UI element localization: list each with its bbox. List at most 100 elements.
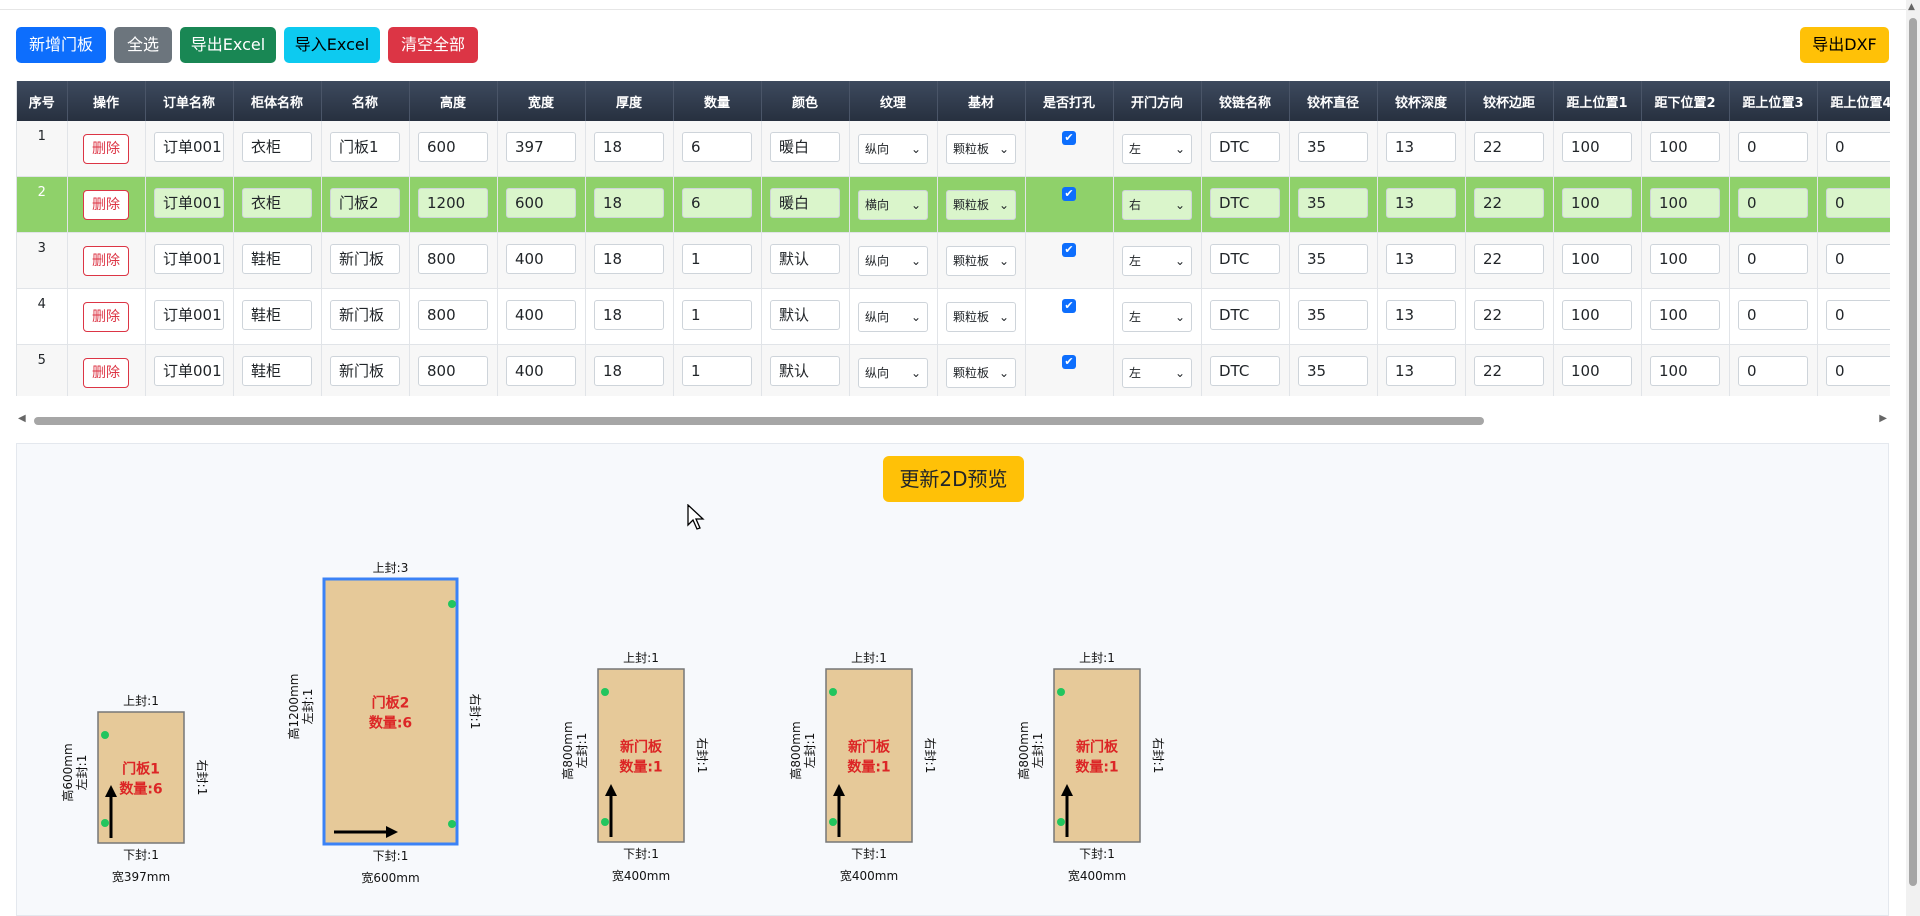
hinge-name-input[interactable]: DTC [1210, 187, 1280, 218]
bottom-position-2-input[interactable]: 100 [1650, 131, 1720, 162]
cup-margin-input[interactable]: 22 [1474, 299, 1544, 330]
bottom-position-2-input[interactable]: 100 [1650, 299, 1720, 330]
top-position-1-input[interactable]: 100 [1562, 243, 1632, 274]
height-input[interactable]: 600 [418, 131, 488, 162]
grain-select[interactable]: 纵向 ⌄ [858, 357, 928, 388]
base-material-select[interactable]: 颗粒板 ⌄ [946, 301, 1016, 332]
grain-select[interactable]: 纵向 ⌄ [858, 133, 928, 164]
scroll-up-icon[interactable]: ▲ [1908, 2, 1915, 12]
color-input[interactable]: 默认 [770, 243, 840, 274]
drill-checkbox[interactable]: ✔ [1062, 187, 1076, 201]
table-row[interactable]: 5 删除 订单001 鞋柜 新门板 800 400 18 1 默认 纵向 ⌄ 颗粒板 ⌄ ✔ 左 ⌄ DTC 35 1… [17, 344, 1890, 396]
cup-diameter-input[interactable]: 35 [1298, 299, 1368, 330]
height-input[interactable]: 800 [418, 355, 488, 386]
cup-diameter-input[interactable]: 35 [1298, 187, 1368, 218]
add-door-button[interactable]: 新增门板 [16, 27, 106, 63]
top-position-4-input[interactable]: 0 [1826, 187, 1890, 218]
select-all-button[interactable]: 全选 [114, 27, 172, 63]
cup-margin-input[interactable]: 22 [1474, 187, 1544, 218]
door-direction-select[interactable]: 左 ⌄ [1122, 357, 1192, 388]
color-input[interactable]: 暖白 [770, 131, 840, 162]
table-row[interactable]: 1 删除 订单001 衣柜 门板1 600 397 18 6 暖白 纵向 ⌄ 颗粒板 ⌄ ✔ 左 ⌄ DTC 35 1… [17, 121, 1890, 177]
thickness-input[interactable]: 18 [594, 187, 664, 218]
cabinet-name-input[interactable]: 衣柜 [242, 131, 312, 162]
quantity-input[interactable]: 6 [682, 131, 752, 162]
top-position-4-input[interactable]: 0 [1826, 299, 1890, 330]
grain-select[interactable]: 纵向 ⌄ [858, 245, 928, 276]
order-name-input[interactable]: 订单001 [154, 243, 224, 274]
height-input[interactable]: 800 [418, 299, 488, 330]
cup-depth-input[interactable]: 13 [1386, 187, 1456, 218]
cabinet-name-input[interactable]: 鞋柜 [242, 299, 312, 330]
drill-checkbox[interactable]: ✔ [1062, 243, 1076, 257]
table-row[interactable]: 3 删除 订单001 鞋柜 新门板 800 400 18 1 默认 纵向 ⌄ 颗粒板 ⌄ ✔ 左 ⌄ DTC 35 1… [17, 232, 1890, 289]
top-position-3-input[interactable]: 0 [1738, 299, 1808, 330]
export-dxf-button[interactable]: 导出DXF [1800, 27, 1889, 63]
top-position-1-input[interactable]: 100 [1562, 131, 1632, 162]
width-input[interactable]: 600 [506, 187, 576, 218]
top-position-3-input[interactable]: 0 [1738, 131, 1808, 162]
hinge-name-input[interactable]: DTC [1210, 299, 1280, 330]
height-input[interactable]: 1200 [418, 187, 488, 218]
bottom-position-2-input[interactable]: 100 [1650, 243, 1720, 274]
cabinet-name-input[interactable]: 鞋柜 [242, 355, 312, 386]
width-input[interactable]: 397 [506, 131, 576, 162]
door-name-input[interactable]: 门板2 [330, 187, 400, 218]
order-name-input[interactable]: 订单001 [154, 131, 224, 162]
drill-checkbox[interactable]: ✔ [1062, 299, 1076, 313]
quantity-input[interactable]: 1 [682, 299, 752, 330]
cabinet-name-input[interactable]: 鞋柜 [242, 243, 312, 274]
vertical-scroll-thumb[interactable] [1909, 18, 1917, 886]
top-position-1-input[interactable]: 100 [1562, 299, 1632, 330]
door-panel-shape[interactable] [322, 577, 459, 846]
quantity-input[interactable]: 1 [682, 355, 752, 386]
quantity-input[interactable]: 6 [682, 187, 752, 218]
clear-all-button[interactable]: 清空全部 [388, 27, 478, 63]
top-position-4-input[interactable]: 0 [1826, 243, 1890, 274]
import-excel-button[interactable]: 导入Excel [284, 27, 380, 63]
color-input[interactable]: 默认 [770, 355, 840, 386]
door-name-input[interactable]: 新门板 [330, 299, 400, 330]
order-name-input[interactable]: 订单001 [154, 187, 224, 218]
thickness-input[interactable]: 18 [594, 355, 664, 386]
cup-depth-input[interactable]: 13 [1386, 299, 1456, 330]
cup-margin-input[interactable]: 22 [1474, 355, 1544, 386]
top-position-3-input[interactable]: 0 [1738, 243, 1808, 274]
quantity-input[interactable]: 1 [682, 243, 752, 274]
top-position-3-input[interactable]: 0 [1738, 355, 1808, 386]
grain-select[interactable]: 横向 ⌄ [858, 189, 928, 220]
delete-row-button[interactable]: 删除 [83, 189, 129, 220]
delete-row-button[interactable]: 删除 [83, 245, 129, 276]
door-name-input[interactable]: 新门板 [330, 355, 400, 386]
door-name-input[interactable]: 新门板 [330, 243, 400, 274]
door-direction-select[interactable]: 左 ⌄ [1122, 301, 1192, 332]
width-input[interactable]: 400 [506, 243, 576, 274]
bottom-position-2-input[interactable]: 100 [1650, 187, 1720, 218]
color-input[interactable]: 暖白 [770, 187, 840, 218]
table-row[interactable]: 4 删除 订单001 鞋柜 新门板 800 400 18 1 默认 纵向 ⌄ 颗粒板 ⌄ ✔ 左 ⌄ DTC 35 1… [17, 288, 1890, 345]
top-position-1-input[interactable]: 100 [1562, 187, 1632, 218]
height-input[interactable]: 800 [418, 243, 488, 274]
hinge-name-input[interactable]: DTC [1210, 243, 1280, 274]
table-row[interactable]: 2 删除 订单001 衣柜 门板2 1200 600 18 6 暖白 横向 ⌄ 颗粒板 ⌄ ✔ 右 ⌄ DTC 35… [17, 176, 1890, 233]
base-material-select[interactable]: 颗粒板 ⌄ [946, 189, 1016, 220]
thickness-input[interactable]: 18 [594, 131, 664, 162]
top-position-4-input[interactable]: 0 [1826, 131, 1890, 162]
horizontal-scrollbar[interactable]: ◀ ▶ [16, 412, 1889, 428]
cup-depth-input[interactable]: 13 [1386, 355, 1456, 386]
cup-diameter-input[interactable]: 35 [1298, 131, 1368, 162]
top-position-3-input[interactable]: 0 [1738, 187, 1808, 218]
color-input[interactable]: 默认 [770, 299, 840, 330]
vertical-scrollbar[interactable]: ▲ [1906, 0, 1920, 916]
order-name-input[interactable]: 订单001 [154, 299, 224, 330]
base-material-select[interactable]: 颗粒板 ⌄ [946, 245, 1016, 276]
thickness-input[interactable]: 18 [594, 243, 664, 274]
cup-margin-input[interactable]: 22 [1474, 243, 1544, 274]
delete-row-button[interactable]: 删除 [83, 301, 129, 332]
delete-row-button[interactable]: 删除 [83, 357, 129, 388]
base-material-select[interactable]: 颗粒板 ⌄ [946, 357, 1016, 388]
bottom-position-2-input[interactable]: 100 [1650, 355, 1720, 386]
horizontal-scroll-thumb[interactable] [34, 417, 1484, 425]
door-direction-select[interactable]: 左 ⌄ [1122, 133, 1192, 164]
cup-depth-input[interactable]: 13 [1386, 131, 1456, 162]
